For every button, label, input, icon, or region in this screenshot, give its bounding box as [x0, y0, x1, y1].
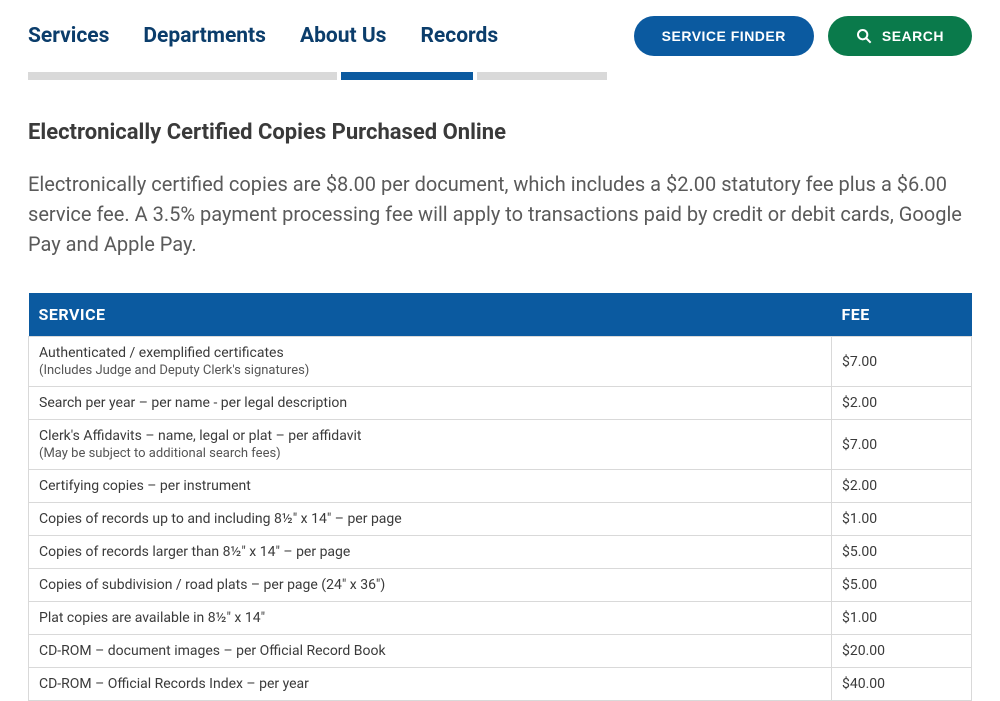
service-text: Authenticated / exemplified certificates	[39, 345, 821, 361]
page-title: Electronically Certified Copies Purchase…	[28, 120, 972, 145]
service-cell: Certifying copies – per instrument	[29, 470, 832, 503]
service-text: Certifying copies – per instrument	[39, 478, 821, 494]
service-subtext: (Includes Judge and Deputy Clerk's signa…	[39, 363, 821, 378]
search-icon	[856, 28, 872, 44]
table-header-row: SERVICE FEE	[29, 293, 972, 337]
table-row: CD-ROM – document images – per Official …	[29, 635, 972, 668]
service-finder-label: SERVICE FINDER	[662, 28, 786, 44]
table-row: Copies of records up to and including 8½…	[29, 503, 972, 536]
fee-cell: $7.00	[832, 337, 972, 387]
service-text: Search per year – per name - per legal d…	[39, 395, 821, 411]
service-cell: Plat copies are available in 8½" x 14"	[29, 602, 832, 635]
fee-cell: $2.00	[832, 387, 972, 420]
service-text: CD-ROM – Official Records Index – per ye…	[39, 676, 821, 692]
fee-cell: $7.00	[832, 420, 972, 470]
service-cell: Copies of records larger than 8½" x 14" …	[29, 536, 832, 569]
nav-links: Services Departments About Us Records	[28, 24, 498, 48]
fee-cell: $2.00	[832, 470, 972, 503]
fee-cell: $5.00	[832, 536, 972, 569]
tab-underline	[28, 72, 972, 80]
service-subtext: (May be subject to additional search fee…	[39, 446, 821, 461]
fee-cell: $5.00	[832, 569, 972, 602]
nav-link-departments[interactable]: Departments	[143, 24, 266, 48]
navbar: Services Departments About Us Records SE…	[28, 0, 972, 56]
service-cell: Authenticated / exemplified certificates…	[29, 337, 832, 387]
table-row: Copies of subdivision / road plats – per…	[29, 569, 972, 602]
fee-cell: $40.00	[832, 668, 972, 701]
service-finder-button[interactable]: SERVICE FINDER	[634, 16, 814, 56]
fee-cell: $1.00	[832, 503, 972, 536]
nav-actions: SERVICE FINDER SEARCH	[634, 16, 972, 56]
table-row: CD-ROM – Official Records Index – per ye…	[29, 668, 972, 701]
page-description: Electronically certified copies are $8.0…	[28, 169, 972, 259]
fee-cell: $20.00	[832, 635, 972, 668]
service-cell: Copies of records up to and including 8½…	[29, 503, 832, 536]
fee-cell: $1.00	[832, 602, 972, 635]
table-row: Clerk's Affidavits – name, legal or plat…	[29, 420, 972, 470]
service-text: CD-ROM – document images – per Official …	[39, 643, 821, 659]
service-text: Copies of subdivision / road plats – per…	[39, 577, 821, 593]
service-text: Clerk's Affidavits – name, legal or plat…	[39, 428, 821, 444]
table-row: Authenticated / exemplified certificates…	[29, 337, 972, 387]
service-text: Copies of records up to and including 8½…	[39, 511, 821, 527]
tab-segment	[477, 72, 607, 80]
nav-link-services[interactable]: Services	[28, 24, 109, 48]
table-row: Certifying copies – per instrument $2.00	[29, 470, 972, 503]
service-text: Copies of records larger than 8½" x 14" …	[39, 544, 821, 560]
service-cell: CD-ROM – Official Records Index – per ye…	[29, 668, 832, 701]
search-label: SEARCH	[882, 28, 944, 44]
table-row: Search per year – per name - per legal d…	[29, 387, 972, 420]
nav-link-records[interactable]: Records	[420, 24, 498, 48]
service-text: Plat copies are available in 8½" x 14"	[39, 610, 821, 626]
service-cell: Search per year – per name - per legal d…	[29, 387, 832, 420]
fee-table: SERVICE FEE Authenticated / exemplified …	[28, 293, 972, 701]
table-row: Plat copies are available in 8½" x 14" $1…	[29, 602, 972, 635]
service-cell: CD-ROM – document images – per Official …	[29, 635, 832, 668]
table-row: Copies of records larger than 8½" x 14" …	[29, 536, 972, 569]
table-header-service: SERVICE	[29, 293, 832, 337]
tab-segment-active	[341, 72, 473, 80]
service-cell: Clerk's Affidavits – name, legal or plat…	[29, 420, 832, 470]
table-header-fee: FEE	[832, 293, 972, 337]
service-cell: Copies of subdivision / road plats – per…	[29, 569, 832, 602]
nav-link-about-us[interactable]: About Us	[300, 24, 387, 48]
search-button[interactable]: SEARCH	[828, 16, 972, 56]
tab-segment	[28, 72, 337, 80]
